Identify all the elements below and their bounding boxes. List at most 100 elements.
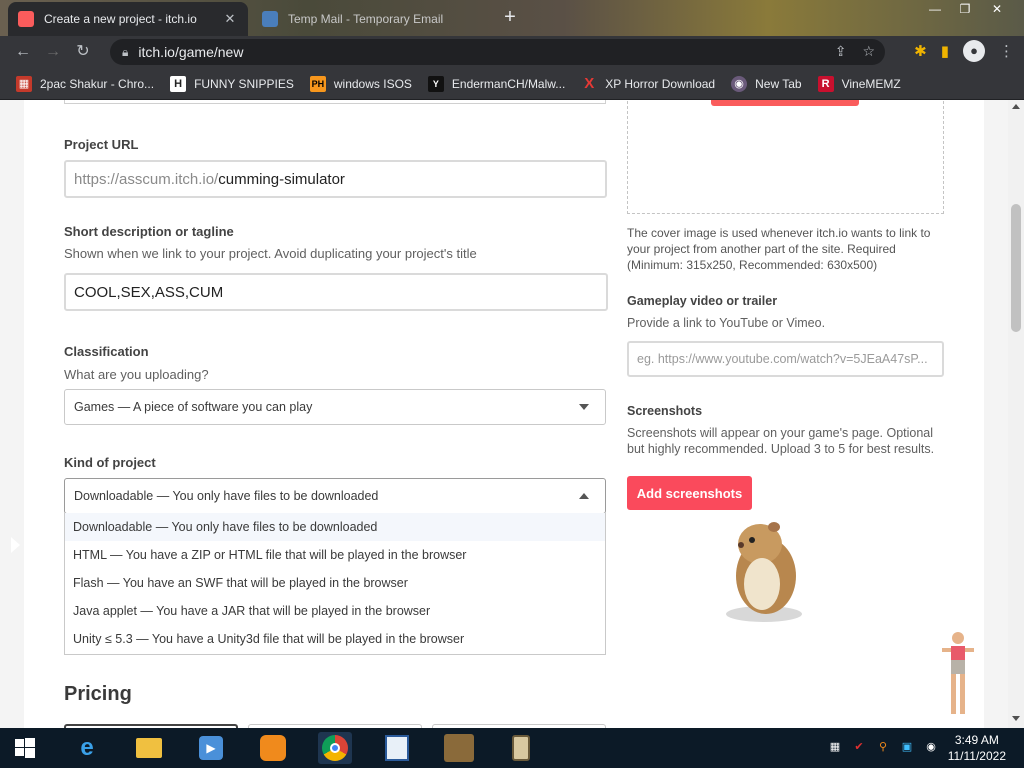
page-viewport: Project URL https://asscum.itch.io/ cumm… (0, 100, 1008, 728)
lock-icon: 🔒︎ (122, 44, 129, 59)
video-url-placeholder: eg. https://www.youtube.com/watch?v=5JEa… (637, 352, 928, 366)
uc-browser-icon[interactable] (256, 732, 290, 764)
back-button[interactable]: ← (8, 38, 38, 66)
bookmark-icon: PH (309, 75, 326, 92)
bookmark-label: windows ISOS (333, 76, 412, 91)
dropdown-option[interactable]: Java applet — You have a JAR that will b… (65, 597, 605, 625)
clock-time: 3:49 AM (954, 733, 999, 747)
classification-help: What are you uploading? (64, 367, 209, 382)
close-icon[interactable]: ✕ (222, 11, 238, 27)
windows-taskbar: e ▶ ▦ ✔ ⚲ ▣ ◉ 3:49 AM 11/11/2022 (0, 728, 1024, 768)
file-explorer-icon[interactable] (132, 732, 166, 764)
bookmarks-bar: ▦ 2pac Shakur - Chro... H FUNNY SNIPPIES… (0, 68, 1024, 100)
address-bar[interactable]: 🔒︎ itch.io/game/new ⇪ ☆ (110, 39, 885, 65)
bookmark-item[interactable]: Y EndermanCH/Malw... (427, 75, 566, 92)
dropdown-option[interactable]: Downloadable — You only have files to be… (65, 513, 605, 541)
chevron-down-icon (579, 404, 589, 410)
dancer-image (942, 632, 974, 714)
bookmark-star-icon[interactable]: ☆ (862, 43, 875, 60)
bookmark-icon: X (584, 74, 595, 92)
profile-avatar[interactable]: ● (963, 40, 985, 62)
restore-button[interactable]: ❐ (950, 0, 980, 18)
browser-toolbar: ← → ↻ 🔒︎ itch.io/game/new ⇪ ☆ ✱ ▮ ● ⋮ (0, 36, 1024, 68)
bookmark-icon: Y (427, 75, 444, 92)
classification-label: Classification (64, 344, 149, 359)
short-description-label: Short description or tagline (64, 224, 234, 239)
window-close-button[interactable]: ✕ (982, 0, 1012, 18)
media-player-icon[interactable]: ▶ (194, 732, 228, 764)
short-description-input[interactable]: COOL,SEX,ASS,CUM (64, 273, 608, 311)
extensions-icon[interactable]: ✱ (914, 42, 927, 60)
bonzi-box-icon[interactable] (442, 732, 476, 764)
antivirus-icon[interactable]: ✔ (852, 740, 866, 754)
kind-of-project-label: Kind of project (64, 455, 156, 470)
classification-select[interactable]: Games — A piece of software you can play (64, 389, 606, 425)
reload-button[interactable]: ↻ (68, 38, 98, 66)
chrome-icon[interactable] (318, 732, 352, 764)
bookmark-item[interactable]: ▦ 2pac Shakur - Chro... (16, 75, 155, 92)
video-url-input[interactable]: eg. https://www.youtube.com/watch?v=5JEa… (627, 341, 944, 377)
tab-title: Temp Mail - Temporary Email (288, 12, 444, 26)
scrollbar-thumb[interactable] (1011, 204, 1021, 332)
dropdown-option[interactable]: Unity ≤ 5.3 — You have a Unity3d file th… (65, 625, 605, 653)
title-input-edge[interactable] (64, 100, 606, 104)
classification-value: Games — A piece of software you can play (74, 400, 313, 414)
start-button[interactable] (8, 732, 42, 764)
cover-image-note: The cover image is used whenever itch.io… (627, 226, 931, 272)
bookmark-label: XP Horror Download (605, 76, 716, 91)
menu-icon[interactable]: ⋮ (999, 42, 1014, 60)
project-url-value: cumming-simulator (218, 170, 345, 188)
project-url-input[interactable]: https://asscum.itch.io/ cumming-simulato… (64, 160, 607, 198)
bookmark-label: 2pac Shakur - Chro... (40, 76, 155, 91)
forward-button[interactable]: → (38, 38, 68, 66)
bookmark-icon: R (817, 75, 834, 92)
hamster-image (726, 522, 802, 622)
chevron-up-icon (579, 493, 589, 499)
video-label: Gameplay video or trailer (627, 294, 778, 308)
bookmark-icon: ◉ (731, 75, 748, 92)
dropdown-option[interactable]: HTML — You have a ZIP or HTML file that … (65, 541, 605, 569)
itchio-favicon-icon (18, 11, 34, 27)
add-screenshots-button[interactable]: Add screenshots (627, 476, 752, 510)
cover-image-dropzone[interactable] (627, 100, 944, 214)
clock-date: 11/11/2022 (947, 749, 1006, 763)
tray-icon[interactable]: ▦ (828, 740, 842, 754)
share-icon[interactable]: ⇪ (835, 43, 847, 60)
page-scrollbar[interactable] (1008, 100, 1024, 728)
kind-of-project-select[interactable]: Downloadable — You only have files to be… (64, 478, 606, 514)
dropdown-option[interactable]: Flash — You have an SWF that will be pla… (65, 569, 605, 597)
windows-logo-icon (15, 738, 35, 758)
page-content: Project URL https://asscum.itch.io/ cumm… (24, 100, 984, 728)
bookmark-item[interactable]: PH windows ISOS (309, 75, 412, 92)
kind-of-project-dropdown: Downloadable — You only have files to be… (64, 513, 606, 655)
screenshots-help: Screenshots will appear on your game's p… (627, 426, 935, 456)
internet-explorer-icon[interactable]: e (70, 732, 104, 764)
bookmark-item[interactable]: H FUNNY SNIPPIES (170, 75, 294, 92)
taskbar-clock[interactable]: 3:49 AM 11/11/2022 (948, 732, 1006, 764)
screenshots-label: Screenshots (627, 404, 703, 418)
bookmark-label: VineMEMZ (841, 76, 901, 91)
notepad-icon[interactable] (380, 732, 414, 764)
app-icon[interactable] (504, 732, 538, 764)
tab-active[interactable]: Create a new project - itch.io ✕ (8, 2, 248, 36)
tab-strip: Create a new project - itch.io ✕ Temp Ma… (0, 0, 1024, 36)
bookmark-label: EndermanCH/Malw... (451, 76, 566, 91)
bookmark-label: New Tab (755, 76, 802, 91)
minimize-button[interactable]: — (920, 0, 950, 18)
network-icon[interactable]: ▣ (900, 740, 914, 754)
mouse-cursor-icon (11, 537, 20, 553)
kind-of-project-value: Downloadable — You only have files to be… (74, 489, 379, 503)
volume-icon[interactable]: ◉ (924, 740, 938, 754)
tab-inactive[interactable]: Temp Mail - Temporary Email (252, 6, 492, 32)
scroll-down-arrow-icon[interactable] (1012, 716, 1020, 721)
bookmark-item[interactable]: ◉ New Tab (731, 75, 802, 92)
short-description-help: Shown when we link to your project. Avoi… (64, 246, 477, 261)
scroll-up-arrow-icon[interactable] (1012, 104, 1020, 109)
tab-title: Create a new project - itch.io (44, 12, 197, 26)
bookmark-item[interactable]: R VineMEMZ (817, 75, 901, 92)
new-tab-button[interactable]: + (498, 6, 522, 30)
video-help: Provide a link to YouTube or Vimeo. (627, 316, 826, 330)
tray-icon[interactable]: ⚲ (876, 740, 890, 754)
side-panel-icon[interactable]: ▮ (941, 42, 949, 60)
bookmark-item[interactable]: X XP Horror Download (581, 74, 716, 92)
